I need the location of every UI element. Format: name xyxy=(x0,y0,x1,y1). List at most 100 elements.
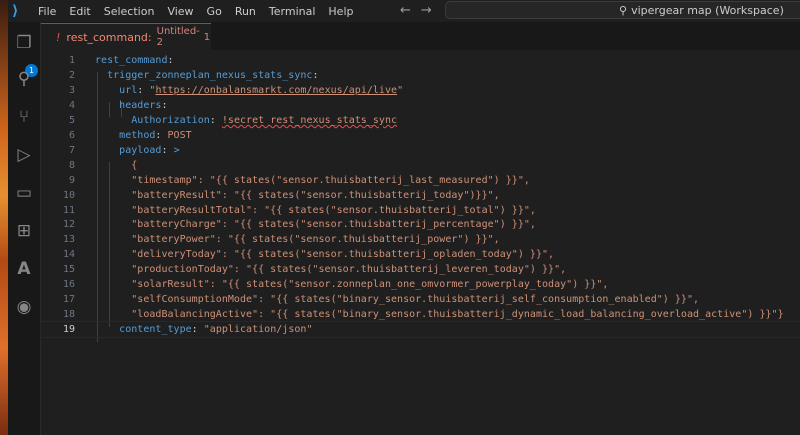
tab-untitled-2[interactable]: ! rest_command: Untitled-2 1 xyxy=(41,23,211,50)
code-line[interactable]: 19 content_type: "application/json" xyxy=(40,321,800,339)
code-line[interactable]: 10 "batteryResult": "{{ states("sensor.t… xyxy=(41,188,800,203)
menu-terminal[interactable]: Terminal xyxy=(269,5,316,18)
code-token: "productionToday": "{{ states("sensor.th… xyxy=(95,264,567,276)
line-code: "batteryCharge": "{{ states("sensor.thui… xyxy=(95,217,536,232)
code-line[interactable]: 7 payload: > xyxy=(41,143,800,158)
tab-title: rest_command: xyxy=(66,30,152,44)
line-number: 16 xyxy=(62,279,75,291)
github-icon[interactable]: ◉ xyxy=(13,296,35,318)
menu-view[interactable]: View xyxy=(167,5,193,18)
line-number: 5 xyxy=(68,114,75,126)
menu-help[interactable]: Help xyxy=(328,5,353,18)
line-code: Authorization: !secret rest_nexus_stats_… xyxy=(95,113,397,128)
line-code: "solarResult": "{{ states("sensor.zonnep… xyxy=(95,277,608,292)
code-line[interactable]: 4 headers: xyxy=(41,98,800,113)
code-token: > xyxy=(173,144,180,156)
code-token: { xyxy=(95,159,138,171)
line-number: 15 xyxy=(62,264,75,276)
line-number: 4 xyxy=(68,99,75,111)
run-debug-icon[interactable]: ▷ xyxy=(13,144,35,166)
code-line[interactable]: 2 trigger_zonneplan_nexus_stats_sync: xyxy=(41,68,800,83)
line-code: "batteryResult": "{{ states("sensor.thui… xyxy=(95,188,500,203)
line-code: url: "https://onbalansmarkt.com/nexus/ap… xyxy=(95,83,403,98)
menu-bar: File Edit Selection View Go Run Terminal Help xyxy=(38,5,366,18)
code-line[interactable]: 15 "productionToday": "{{ states("sensor… xyxy=(41,262,800,277)
line-code: "loadBalancingActive": "{{ states("binar… xyxy=(95,307,784,322)
remote-explorer-icon[interactable]: ▭ xyxy=(13,182,35,204)
code-line[interactable]: 14 "deliveryToday": "{{ states("sensor.t… xyxy=(41,247,800,262)
tab-problem-count: 1 xyxy=(203,31,211,43)
code-line[interactable]: 8 { xyxy=(41,158,800,173)
line-number: 9 xyxy=(68,174,75,186)
line-number: 2 xyxy=(68,69,75,81)
code-line[interactable]: 13 "batteryPower": "{{ states("sensor.th… xyxy=(41,232,800,247)
code-token: "batteryResultTotal": "{{ states("sensor… xyxy=(95,204,536,216)
code-token: "solarResult": "{{ states("sensor.zonnep… xyxy=(95,279,609,291)
line-number: 11 xyxy=(62,204,75,216)
code-token: "selfConsumptionMode": "{{ states("binar… xyxy=(95,294,700,306)
command-center-search[interactable]: ⚲ vipergear map (Workspace) xyxy=(445,1,800,19)
code-line[interactable]: 11 "batteryResultTotal": "{{ states("sen… xyxy=(41,203,800,218)
search-icon[interactable]: ⚲ xyxy=(13,68,35,90)
line-number: 13 xyxy=(62,234,75,246)
code-token: "deliveryToday": "{{ states("sensor.thui… xyxy=(95,249,555,261)
menu-selection[interactable]: Selection xyxy=(104,5,155,18)
line-code: "selfConsumptionMode": "{{ states("binar… xyxy=(95,292,699,307)
code-line[interactable]: 3 url: "https://onbalansmarkt.com/nexus/… xyxy=(41,83,800,98)
line-code: { xyxy=(95,158,137,173)
extensions-icon[interactable]: ⊞ xyxy=(13,220,35,242)
line-number: 17 xyxy=(62,294,75,306)
forward-arrow-icon[interactable]: → xyxy=(421,3,432,18)
code-token: "application/json" xyxy=(203,324,313,336)
vscode-logo-icon: ⟩ xyxy=(12,3,19,19)
line-number: 1 xyxy=(68,55,75,66)
back-arrow-icon[interactable]: ← xyxy=(400,3,411,18)
code-line[interactable]: 9 "timestamp": "{{ states("sensor.thuisb… xyxy=(41,173,800,188)
explorer-icon[interactable]: ❐ xyxy=(13,32,35,54)
code-line[interactable]: 12 "batteryCharge": "{{ states("sensor.t… xyxy=(41,217,800,232)
activity-bar: ❐ 1 ⚲ ⑂ ▷ ▭ ⊞ A ◉ xyxy=(8,22,41,435)
menu-file[interactable]: File xyxy=(38,5,56,18)
code-line[interactable]: 1 rest_command: xyxy=(41,53,800,68)
line-code: "batteryPower": "{{ states("sensor.thuis… xyxy=(95,232,500,247)
code-line[interactable]: 6 method: POST xyxy=(41,128,800,143)
code-line[interactable]: 17 "selfConsumptionMode": "{{ states("bi… xyxy=(41,292,800,307)
search-icon: ⚲ xyxy=(619,3,628,17)
line-code: method: POST xyxy=(95,128,192,143)
line-number: 8 xyxy=(68,159,75,171)
code-token: "batteryResult": "{{ states("sensor.thui… xyxy=(95,189,500,201)
code-line[interactable]: 18 "loadBalancingActive": "{{ states("bi… xyxy=(41,307,800,322)
code-line[interactable]: 16 "solarResult": "{{ states("sensor.zon… xyxy=(41,277,800,292)
menu-go[interactable]: Go xyxy=(207,5,222,18)
code-token: !secret rest_nexus_stats_sync xyxy=(221,114,398,126)
code-token: " xyxy=(397,84,404,96)
code-token: : xyxy=(167,55,174,66)
tab-file: Untitled-2 xyxy=(156,26,200,48)
menu-edit[interactable]: Edit xyxy=(69,5,90,18)
line-number: 14 xyxy=(62,249,75,261)
line-code: content_type: "application/json" xyxy=(95,322,313,337)
azure-icon[interactable]: A xyxy=(13,258,35,280)
line-number: 7 xyxy=(68,144,75,156)
code-token: https://onbalansmarkt.com/nexus/api/live xyxy=(155,84,398,96)
code-token: payload xyxy=(119,144,162,156)
navigation: ← → xyxy=(400,3,442,18)
code-token: "batteryPower": "{{ states("sensor.thuis… xyxy=(95,234,500,246)
source-control-icon[interactable]: ⑂ xyxy=(13,106,35,128)
code-token: : xyxy=(161,99,168,111)
code-token: headers xyxy=(119,99,162,111)
line-number: 3 xyxy=(68,84,75,96)
code-line[interactable]: 5 Authorization: !secret rest_nexus_stat… xyxy=(41,113,800,128)
code-token: Authorization xyxy=(131,114,210,126)
code-token: : xyxy=(312,69,319,81)
line-number: 6 xyxy=(68,129,75,141)
menu-run[interactable]: Run xyxy=(235,5,256,18)
code-editor[interactable]: 1 rest_command: 2 trigger_zonneplan_nexus_… xyxy=(40,50,800,435)
code-token: : xyxy=(191,324,204,336)
error-icon: ! xyxy=(56,30,61,44)
line-number: 10 xyxy=(62,189,75,201)
